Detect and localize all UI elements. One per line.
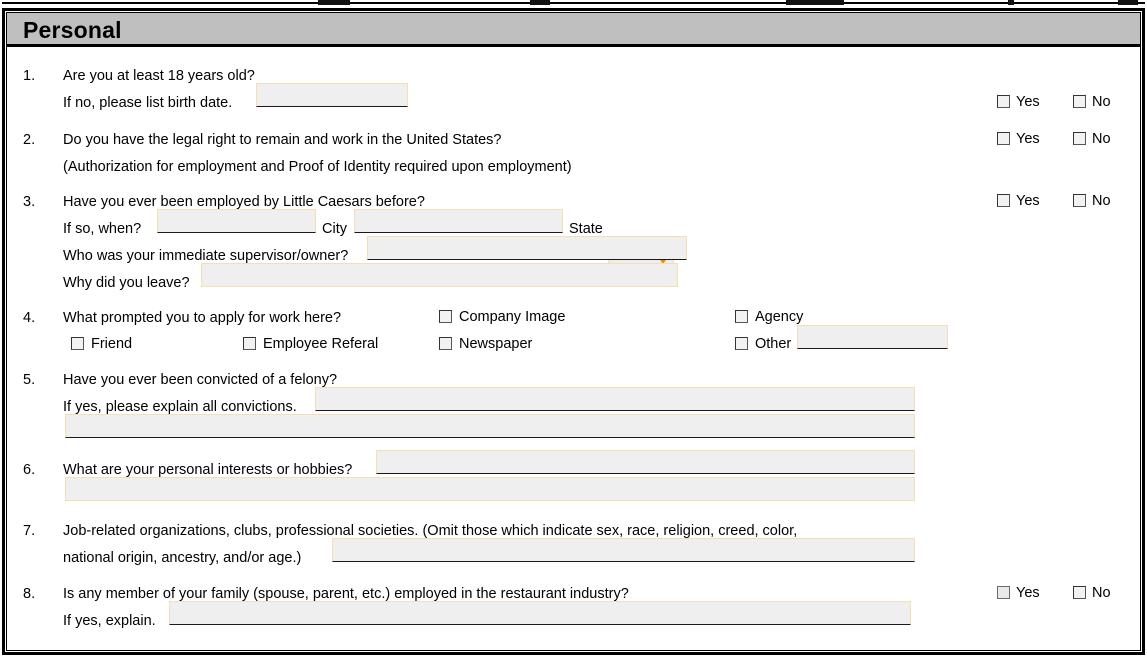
checkbox-q8-yes[interactable] <box>997 586 1010 599</box>
checkbox-label-newspaper: Newspaper <box>459 336 533 352</box>
checkbox-label-q2-yes: Yes <box>1016 131 1040 147</box>
convictions-input-line-1[interactable] <box>315 387 915 411</box>
question-subtext-8: If yes, explain. <box>63 613 156 629</box>
question-text-6: What are your personal interests or hobb… <box>63 462 353 478</box>
why-leave-label: Why did you leave? <box>63 275 190 291</box>
checkbox-label-company-image: Company Image <box>459 309 566 325</box>
clipped-field-fragment <box>786 0 844 5</box>
question-number-7: 7. <box>23 523 36 539</box>
question-subtext-7: national origin, ancestry, and/or age.) <box>63 550 302 566</box>
divider-rule <box>2 2 1145 4</box>
question-text-2: Do you have the legal right to remain an… <box>63 132 502 148</box>
checkbox-label-other: Other <box>755 336 792 352</box>
question-number-1: 1. <box>23 68 36 84</box>
question-text-5: Have you ever been convicted of a felony… <box>63 372 338 388</box>
question-number-3: 3. <box>23 194 36 210</box>
checkbox-label-friend: Friend <box>91 336 133 352</box>
checkbox-other[interactable] <box>735 337 748 350</box>
question-number-5: 5. <box>23 372 36 388</box>
checkbox-q2-yes[interactable] <box>997 132 1010 145</box>
checkbox-company-image[interactable] <box>439 310 452 323</box>
form-body: 1. Are you at least 18 years old? If no,… <box>7 50 1140 650</box>
checkbox-q3-yes[interactable] <box>997 194 1010 207</box>
checkbox-q1-no[interactable] <box>1073 95 1086 108</box>
question-number-8: 8. <box>23 586 36 602</box>
checkbox-label-q8-no: No <box>1092 585 1111 601</box>
other-source-input[interactable] <box>797 325 948 349</box>
previous-employment-when-input[interactable] <box>157 209 316 233</box>
convictions-input-line-2[interactable] <box>65 414 915 438</box>
checkbox-label-q1-no: No <box>1092 94 1111 110</box>
checkbox-agency[interactable] <box>735 310 748 323</box>
clipped-field-fragment <box>1118 0 1138 5</box>
state-label: State <box>569 221 603 237</box>
when-label: If so, when? <box>63 221 142 237</box>
previous-employment-city-input[interactable] <box>354 209 563 233</box>
family-explain-input[interactable] <box>169 601 911 625</box>
organizations-input[interactable] <box>332 538 915 562</box>
checkbox-q1-yes[interactable] <box>997 95 1010 108</box>
checkbox-label-q3-yes: Yes <box>1016 193 1040 209</box>
checkbox-label-q2-no: No <box>1092 131 1111 147</box>
question-text-3: Have you ever been employed by Little Ca… <box>63 194 425 210</box>
checkbox-label-q1-yes: Yes <box>1016 94 1040 110</box>
checkbox-employee-referral[interactable] <box>243 337 256 350</box>
truncated-section-above <box>0 0 1147 8</box>
city-label: City <box>322 221 347 237</box>
question-text-1: Are you at least 18 years old? <box>63 68 255 84</box>
clipped-field-fragment <box>1008 0 1014 5</box>
form-inner-border: Personal 1. Are you at least 18 years ol… <box>6 12 1141 651</box>
question-text-7: Job-related organizations, clubs, profes… <box>63 523 798 539</box>
question-subtext-2: (Authorization for employment and Proof … <box>63 159 572 175</box>
checkbox-label-q3-no: No <box>1092 193 1111 209</box>
section-header-bar: Personal <box>7 13 1140 47</box>
checkbox-label-agency: Agency <box>755 309 804 325</box>
clipped-field-fragment <box>318 0 350 5</box>
question-text-8: Is any member of your family (spouse, pa… <box>63 586 629 602</box>
checkbox-q3-no[interactable] <box>1073 194 1086 207</box>
checkbox-label-q8-yes: Yes <box>1016 585 1040 601</box>
question-number-6: 6. <box>23 462 36 478</box>
checkbox-newspaper[interactable] <box>439 337 452 350</box>
hobbies-input-line-1[interactable] <box>376 450 915 474</box>
question-subtext-1: If no, please list birth date. <box>63 95 233 111</box>
page-title: Personal <box>23 17 122 43</box>
why-did-you-leave-input[interactable] <box>201 263 678 287</box>
clipped-field-fragment <box>530 0 550 5</box>
personal-section-form: Personal 1. Are you at least 18 years ol… <box>2 8 1145 655</box>
checkbox-label-employee-referral: Employee Referal <box>263 336 379 352</box>
hobbies-input-line-2[interactable] <box>65 477 915 501</box>
supervisor-label: Who was your immediate supervisor/owner? <box>63 248 349 264</box>
birth-date-input[interactable] <box>256 83 408 107</box>
question-number-2: 2. <box>23 132 36 148</box>
question-number-4: 4. <box>23 310 36 326</box>
question-text-4: What prompted you to apply for work here… <box>63 310 342 326</box>
question-subtext-5: If yes, please explain all convictions. <box>63 399 297 415</box>
checkbox-q2-no[interactable] <box>1073 132 1086 145</box>
checkbox-q8-no[interactable] <box>1073 586 1086 599</box>
supervisor-owner-input[interactable] <box>367 236 687 260</box>
checkbox-friend[interactable] <box>71 337 84 350</box>
